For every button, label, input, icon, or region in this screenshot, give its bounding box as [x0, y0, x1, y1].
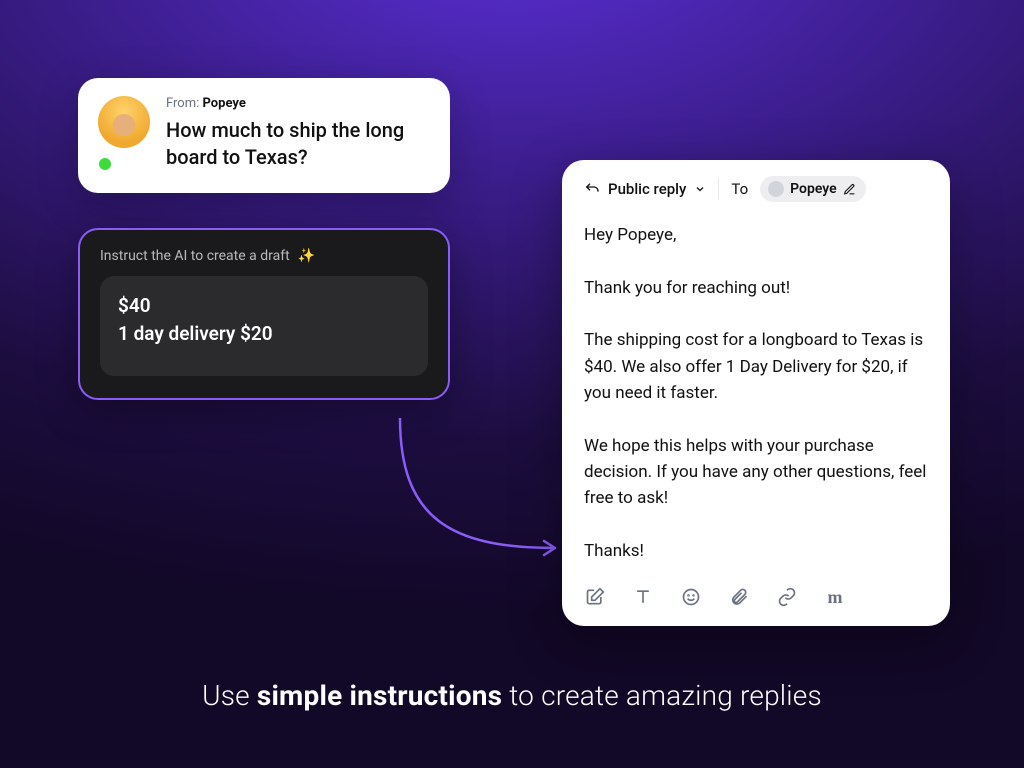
presence-indicator — [96, 155, 114, 173]
reply-mode-label: Public reply — [608, 180, 686, 198]
avatar-image — [98, 96, 150, 148]
sparkle-icon: ✨ — [298, 248, 315, 264]
message-text: How much to ship the long board to Texas… — [166, 117, 428, 171]
incoming-message-card: From: Popeye How much to ship the long b… — [78, 78, 450, 193]
recipient-name: Popeye — [790, 181, 837, 197]
tagline-post: to create amazing replies — [502, 679, 822, 712]
link-icon[interactable] — [776, 586, 798, 608]
reply-toolbar: m — [584, 564, 928, 608]
ai-instruction-card: Instruct the AI to create a draft ✨ $40 … — [78, 228, 450, 400]
from-label: From: — [166, 96, 199, 111]
macro-icon[interactable]: m — [824, 586, 846, 608]
from-name: Popeye — [203, 96, 246, 111]
ai-label-text: Instruct the AI to create a draft — [100, 248, 290, 264]
chevron-down-icon — [694, 183, 706, 195]
message-content: From: Popeye How much to ship the long b… — [166, 96, 428, 171]
recipient-chip[interactable]: Popeye — [760, 176, 866, 202]
reply-header: Public reply To Popeye — [584, 176, 928, 214]
recipient-avatar-icon — [768, 181, 784, 197]
avatar — [98, 96, 150, 171]
ai-instruction-label: Instruct the AI to create a draft ✨ — [100, 248, 428, 264]
ai-instruction-input[interactable]: $40 1 day delivery $20 — [100, 276, 428, 376]
reply-body[interactable]: Hey Popeye, Thank you for reaching out! … — [584, 222, 928, 564]
text-format-icon[interactable] — [632, 586, 654, 608]
ai-input-line-1: $40 — [118, 292, 410, 320]
tagline: Use simple instructions to create amazin… — [0, 679, 1024, 712]
tagline-pre: Use — [202, 679, 257, 712]
emoji-icon[interactable] — [680, 586, 702, 608]
ai-input-line-2: 1 day delivery $20 — [118, 320, 410, 348]
compose-icon[interactable] — [584, 586, 606, 608]
to-label: To — [731, 180, 748, 198]
connector-arrow — [380, 418, 580, 578]
tagline-highlight: simple instructions — [257, 679, 502, 712]
reply-mode-dropdown[interactable]: Public reply — [584, 180, 706, 198]
header-divider — [718, 178, 719, 200]
reply-arrow-icon — [584, 181, 600, 197]
edit-icon — [843, 183, 856, 196]
attachment-icon[interactable] — [728, 586, 750, 608]
message-from: From: Popeye — [166, 96, 428, 111]
reply-composer-card: Public reply To Popeye Hey Popeye, Thank… — [562, 160, 950, 626]
